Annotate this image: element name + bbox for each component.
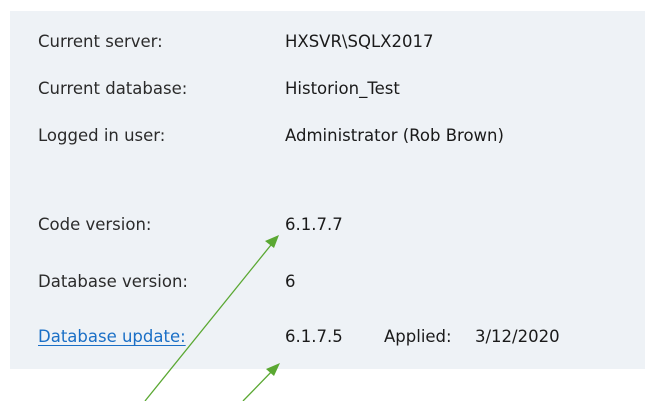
- screenshot-stage: Current server: HXSVR\SQLX2017 Current d…: [0, 0, 645, 401]
- applied-label: Applied:: [384, 327, 452, 346]
- database-version-row: Database version: 6: [10, 267, 645, 297]
- applied-date: 3/12/2020: [475, 327, 560, 346]
- code-version-value: 6.1.7.7: [285, 215, 343, 234]
- code-version-label: Code version:: [38, 215, 152, 234]
- logged-in-user-row: Logged in user: Administrator (Rob Brown…: [10, 121, 645, 151]
- current-server-value: HXSVR\SQLX2017: [285, 32, 434, 51]
- current-database-label: Current database:: [38, 79, 188, 98]
- current-server-label: Current server:: [38, 32, 163, 51]
- database-update-link[interactable]: Database update:: [38, 322, 186, 352]
- current-database-row: Current database: Historion_Test: [10, 74, 645, 104]
- version-info-panel: Current server: HXSVR\SQLX2017 Current d…: [10, 11, 645, 369]
- code-version-row: Code version: 6.1.7.7: [10, 210, 645, 240]
- logged-in-user-label: Logged in user:: [38, 126, 166, 145]
- database-update-value: 6.1.7.5: [285, 327, 343, 346]
- database-update-row: Database update: 6.1.7.5 Applied: 3/12/2…: [10, 322, 645, 352]
- database-version-label: Database version:: [38, 272, 188, 291]
- current-database-value: Historion_Test: [285, 79, 400, 98]
- logged-in-user-value: Administrator (Rob Brown): [285, 126, 504, 145]
- database-version-value: 6: [285, 272, 296, 291]
- current-server-row: Current server: HXSVR\SQLX2017: [10, 27, 645, 57]
- arrow-line: [242, 366, 277, 401]
